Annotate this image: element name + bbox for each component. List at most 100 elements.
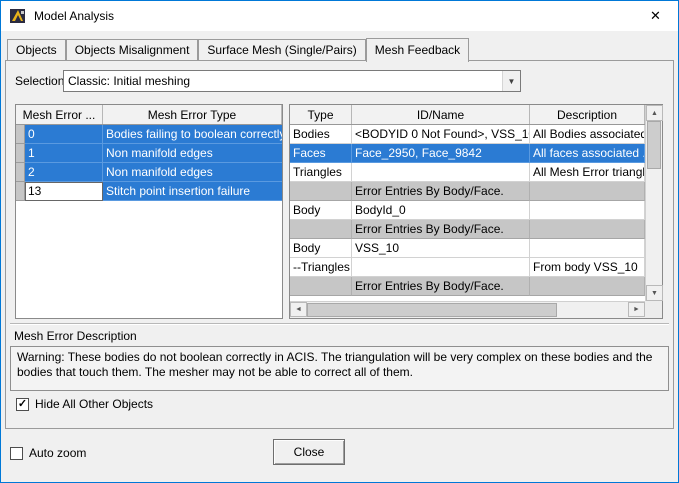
model-analysis-dialog: Model Analysis ✕ Objects Objects Misalign… — [0, 0, 679, 483]
id-name-cell[interactable]: Error Entries By Body/Face. — [352, 277, 530, 296]
mesh-error-id-cell[interactable]: 13 — [25, 182, 103, 201]
detail-row[interactable]: Error Entries By Body/Face. — [290, 220, 645, 239]
detail-row[interactable]: Body BodyId_0 — [290, 201, 645, 220]
close-icon[interactable]: ✕ — [633, 1, 678, 30]
mesh-error-table: Mesh Error ... Mesh Error Type 0 Bodies f… — [15, 104, 283, 319]
id-name-cell[interactable]: Error Entries By Body/Face. — [352, 220, 530, 239]
type-cell[interactable] — [290, 277, 352, 296]
type-cell[interactable]: Bodies — [290, 125, 352, 144]
selection-label: Selection: — [15, 74, 68, 88]
column-header-description[interactable]: Description — [530, 105, 645, 124]
mesh-error-table-header: Mesh Error ... Mesh Error Type — [16, 105, 282, 125]
column-header-id-name[interactable]: ID/Name — [352, 105, 530, 124]
id-name-cell[interactable]: Face_2950, Face_9842 — [352, 144, 530, 163]
type-cell[interactable] — [290, 220, 352, 239]
row-selector[interactable] — [16, 163, 25, 182]
scrollbar-corner — [645, 301, 662, 318]
mesh-error-type-cell[interactable]: Bodies failing to boolean correctly — [103, 125, 282, 144]
id-name-cell[interactable]: Error Entries By Body/Face. — [352, 182, 530, 201]
mesh-error-type-cell[interactable]: Non manifold edges — [103, 144, 282, 163]
detail-table-body: Bodies <BODYID 0 Not Found>, VSS_10,... Al… — [290, 125, 645, 296]
mesh-error-row[interactable]: 1 Non manifold edges — [16, 144, 282, 163]
type-cell[interactable] — [290, 182, 352, 201]
id-name-cell[interactable] — [352, 163, 530, 182]
description-cell[interactable] — [530, 201, 645, 220]
description-cell[interactable] — [530, 277, 645, 296]
hide-all-other-objects-label: Hide All Other Objects — [35, 397, 154, 411]
column-header-mesh-error-type[interactable]: Mesh Error Type — [103, 105, 282, 124]
error-table-body: 0 Bodies failing to boolean correctly 1 Non… — [16, 125, 282, 201]
detail-row[interactable]: Bodies <BODYID 0 Not Found>, VSS_10,... Al… — [290, 125, 645, 144]
description-cell[interactable]: All Mesh Error triangle. — [530, 163, 645, 182]
close-button[interactable]: Close — [273, 439, 345, 465]
scroll-up-icon[interactable]: ▲ — [646, 105, 663, 121]
column-header-type[interactable]: Type — [290, 105, 352, 124]
detail-table: Type ID/Name Description Bodies <BODYID 0… — [289, 104, 663, 319]
auto-zoom-checkbox[interactable]: Auto zoom — [10, 446, 86, 460]
scroll-down-icon[interactable]: ▼ — [646, 285, 663, 301]
description-cell[interactable] — [530, 239, 645, 258]
auto-zoom-label: Auto zoom — [29, 446, 87, 460]
detail-row[interactable]: Body VSS_10 — [290, 239, 645, 258]
selection-value: Classic: Initial meshing — [68, 74, 191, 88]
detail-row[interactable]: Faces Face_2950, Face_9842 All faces assoc… — [290, 144, 645, 163]
type-cell[interactable]: Triangles — [290, 163, 352, 182]
vertical-scroll-thumb[interactable] — [647, 121, 661, 169]
hide-all-other-objects-checkbox[interactable]: ✓ Hide All Other Objects — [16, 397, 153, 411]
id-name-cell[interactable]: VSS_10 — [352, 239, 530, 258]
checkbox-icon[interactable]: ✓ — [16, 397, 29, 411]
id-name-cell[interactable]: <BODYID 0 Not Found>, VSS_10,... — [352, 125, 530, 144]
type-cell[interactable]: Faces — [290, 144, 352, 163]
detail-row[interactable]: Error Entries By Body/Face. — [290, 182, 645, 201]
tab-bar: Objects Objects Misalignment Surface Mesh … — [7, 38, 470, 62]
detail-table-header: Type ID/Name Description — [290, 105, 645, 125]
mesh-error-description-text: Warning: These bodies do not boolean cor… — [10, 346, 669, 391]
scroll-right-icon[interactable]: ► — [628, 302, 645, 317]
horizontal-scroll-track[interactable] — [307, 302, 628, 318]
tab-surface-mesh-single-pairs[interactable]: Surface Mesh (Single/Pairs) — [198, 39, 366, 60]
vertical-scrollbar[interactable]: ▲ ▼ — [645, 105, 663, 301]
type-cell[interactable]: Body — [290, 201, 352, 220]
mesh-error-id-cell[interactable]: 2 — [25, 163, 103, 182]
section-divider — [10, 323, 669, 325]
mesh-error-type-cell[interactable]: Non manifold edges — [103, 163, 282, 182]
title-bar: Model Analysis ✕ — [1, 1, 678, 31]
horizontal-scrollbar[interactable]: ◄ ► — [290, 301, 645, 318]
row-selector[interactable] — [16, 144, 25, 163]
selection-dropdown[interactable]: Classic: Initial meshing ▼ — [63, 70, 521, 92]
mesh-error-id-cell[interactable]: 0 — [25, 125, 103, 144]
horizontal-scroll-thumb[interactable] — [307, 303, 558, 317]
mesh-error-row[interactable]: 0 Bodies failing to boolean correctly — [16, 125, 282, 144]
vertical-scroll-track[interactable] — [646, 121, 662, 285]
mesh-error-row[interactable]: 2 Non manifold edges — [16, 163, 282, 182]
tab-page-mesh-feedback: Selection: Classic: Initial meshing ▼ Me… — [5, 60, 674, 429]
chevron-down-icon[interactable]: ▼ — [502, 71, 520, 91]
detail-row[interactable]: Error Entries By Body/Face. — [290, 277, 645, 296]
checkbox-icon[interactable] — [10, 446, 23, 460]
mesh-error-row[interactable]: 13 Stitch point insertion failure — [16, 182, 282, 201]
tab-objects-misalignment[interactable]: Objects Misalignment — [65, 39, 199, 60]
type-cell[interactable]: Body — [290, 239, 352, 258]
description-cell[interactable] — [530, 220, 645, 239]
description-cell[interactable] — [530, 182, 645, 201]
mesh-error-id-cell[interactable]: 1 — [25, 144, 103, 163]
description-cell[interactable]: All Bodies associated — [530, 125, 645, 144]
id-name-cell[interactable] — [352, 258, 530, 277]
row-selector[interactable] — [16, 125, 25, 144]
description-cell[interactable]: From body VSS_10 — [530, 258, 645, 277]
detail-table-body-wrap: Type ID/Name Description Bodies <BODYID 0… — [290, 105, 645, 301]
mesh-error-description-label: Mesh Error Description — [14, 329, 137, 343]
tab-mesh-feedback[interactable]: Mesh Feedback — [365, 38, 470, 62]
window-title: Model Analysis — [34, 9, 115, 23]
type-cell[interactable]: --Triangles — [290, 258, 352, 277]
row-selector[interactable] — [16, 182, 25, 201]
mesh-error-type-cell[interactable]: Stitch point insertion failure — [103, 182, 282, 201]
detail-row[interactable]: Triangles All Mesh Error triangle. — [290, 163, 645, 182]
app-icon — [10, 9, 25, 23]
tab-objects[interactable]: Objects — [7, 39, 66, 60]
column-header-mesh-error-id[interactable]: Mesh Error ... — [16, 105, 103, 124]
scroll-left-icon[interactable]: ◄ — [290, 302, 307, 317]
detail-row[interactable]: --Triangles From body VSS_10 — [290, 258, 645, 277]
id-name-cell[interactable]: BodyId_0 — [352, 201, 530, 220]
description-cell[interactable]: All faces associated .. — [530, 144, 645, 163]
